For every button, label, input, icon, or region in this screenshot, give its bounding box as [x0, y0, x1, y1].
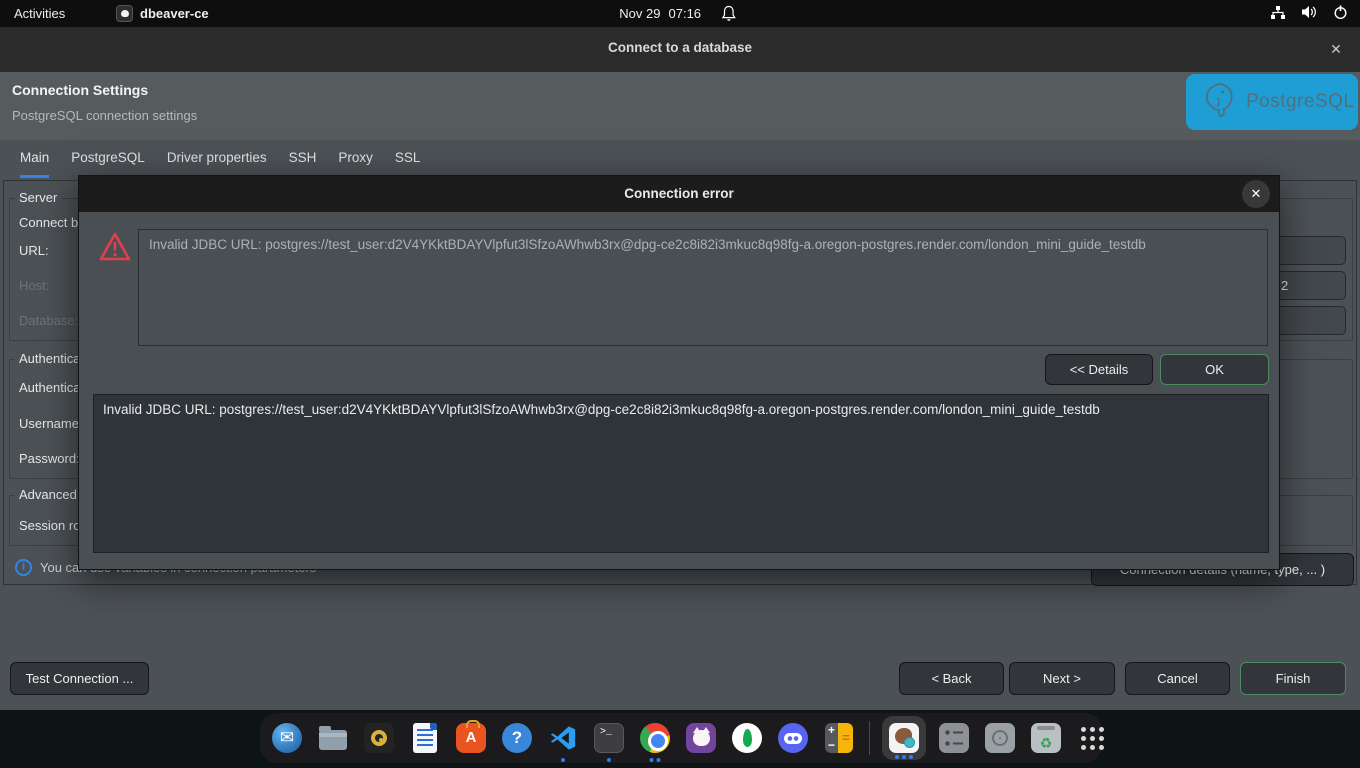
connection-error-dialog: Connection error ✕ Invalid JDBC URL: pos… — [78, 175, 1280, 570]
error-details-textarea[interactable]: Invalid JDBC URL: postgres://test_user:d… — [93, 394, 1269, 553]
details-toggle-button[interactable]: << Details — [1045, 354, 1153, 385]
dock-libreoffice-writer-icon[interactable] — [407, 720, 443, 756]
dock-disks-icon[interactable] — [982, 720, 1018, 756]
page-title: Connection Settings — [12, 82, 148, 98]
app-indicator-label: dbeaver-ce — [140, 6, 209, 21]
error-dialog-title: Connection error — [79, 186, 1279, 201]
dock-terminal-icon[interactable] — [591, 720, 627, 756]
info-icon — [15, 559, 32, 576]
dock-files-icon[interactable] — [315, 720, 351, 756]
username-label: Username: — [19, 416, 83, 431]
dock-show-applications-icon[interactable] — [1074, 720, 1110, 756]
activities-button[interactable]: Activities — [14, 0, 65, 27]
postgresql-logo-text: PostgreSQL — [1246, 91, 1355, 113]
back-button[interactable]: < Back — [899, 662, 1004, 695]
dock-help-icon[interactable] — [499, 720, 535, 756]
window-close-icon[interactable]: ✕ — [1325, 38, 1347, 60]
error-message-text: Invalid JDBC URL: postgres://test_user:d… — [139, 230, 1267, 259]
dock-chrome-icon[interactable] — [637, 720, 673, 756]
warning-icon — [98, 231, 132, 267]
url-label: URL: — [19, 243, 49, 258]
next-button[interactable]: Next > — [1009, 662, 1115, 695]
error-details-text: Invalid JDBC URL: postgres://test_user:d… — [94, 395, 1268, 424]
error-dialog-close-icon[interactable]: ✕ — [1242, 180, 1270, 208]
tab-postgresql[interactable]: PostgreSQL — [71, 140, 145, 178]
test-connection-button[interactable]: Test Connection ... — [10, 662, 149, 695]
error-message-box: Invalid JDBC URL: postgres://test_user:d… — [138, 229, 1268, 346]
dock-separator — [869, 721, 870, 755]
dock — [260, 713, 1102, 763]
dock-ubuntu-software-icon[interactable] — [453, 720, 489, 756]
dock-dbeaver-icon[interactable] — [882, 716, 926, 760]
password-label: Password: — [19, 451, 80, 466]
dock-github-desktop-icon[interactable] — [683, 720, 719, 756]
dock-rhythmbox-icon[interactable] — [361, 720, 397, 756]
tab-main[interactable]: Main — [20, 140, 49, 178]
tab-proxy[interactable]: Proxy — [338, 140, 373, 178]
clock-time: 07:16 — [668, 6, 701, 21]
network-icon — [1270, 5, 1286, 23]
clock-date: Nov 29 — [619, 6, 660, 21]
tab-ssh[interactable]: SSH — [289, 140, 317, 178]
postgresql-elephant-icon — [1200, 79, 1240, 126]
finish-button[interactable]: Finish — [1240, 662, 1346, 695]
advanced-group-label: Advanced — [15, 487, 81, 502]
dock-thunderbird-icon[interactable] — [269, 720, 305, 756]
notification-bell-icon — [721, 5, 736, 22]
dock-trash-icon[interactable] — [1028, 720, 1064, 756]
cancel-button[interactable]: Cancel — [1125, 662, 1230, 695]
host-label: Host: — [19, 278, 49, 293]
power-icon — [1333, 5, 1348, 23]
window-titlebar[interactable]: Connect to a database ✕ — [0, 27, 1360, 72]
postgresql-logo: PostgreSQL — [1186, 74, 1358, 130]
database-label: Database: — [19, 313, 78, 328]
settings-tabbar: Main PostgreSQL Driver properties SSH Pr… — [0, 140, 1360, 180]
error-dialog-titlebar[interactable]: Connection error ✕ — [79, 176, 1279, 212]
page-subtitle: PostgreSQL connection settings — [12, 108, 197, 123]
volume-icon — [1301, 5, 1318, 22]
wizard-header: Connection Settings PostgreSQL connectio… — [0, 72, 1360, 140]
server-group-label: Server — [15, 190, 61, 205]
tab-ssl[interactable]: SSL — [395, 140, 421, 178]
clock-button[interactable]: Nov 29 07:16 — [619, 0, 736, 27]
window-title: Connect to a database — [0, 40, 1360, 55]
connect-by-label: Connect by — [19, 215, 85, 230]
desktop: Activities dbeaver-ce Nov 29 07:16 — [0, 0, 1360, 768]
dock-calculator-icon[interactable] — [821, 720, 857, 756]
dbeaver-app-icon — [116, 5, 133, 22]
dock-mongodb-compass-icon[interactable] — [729, 720, 765, 756]
system-tray[interactable] — [1270, 0, 1348, 27]
dock-discord-icon[interactable] — [775, 720, 811, 756]
ok-button[interactable]: OK — [1160, 354, 1269, 385]
dock-settings-list-icon[interactable] — [936, 720, 972, 756]
dock-vscode-icon[interactable] — [545, 720, 581, 756]
system-top-bar: Activities dbeaver-ce Nov 29 07:16 — [0, 0, 1360, 27]
tab-driver-properties[interactable]: Driver properties — [167, 140, 267, 178]
app-indicator[interactable]: dbeaver-ce — [116, 0, 209, 27]
